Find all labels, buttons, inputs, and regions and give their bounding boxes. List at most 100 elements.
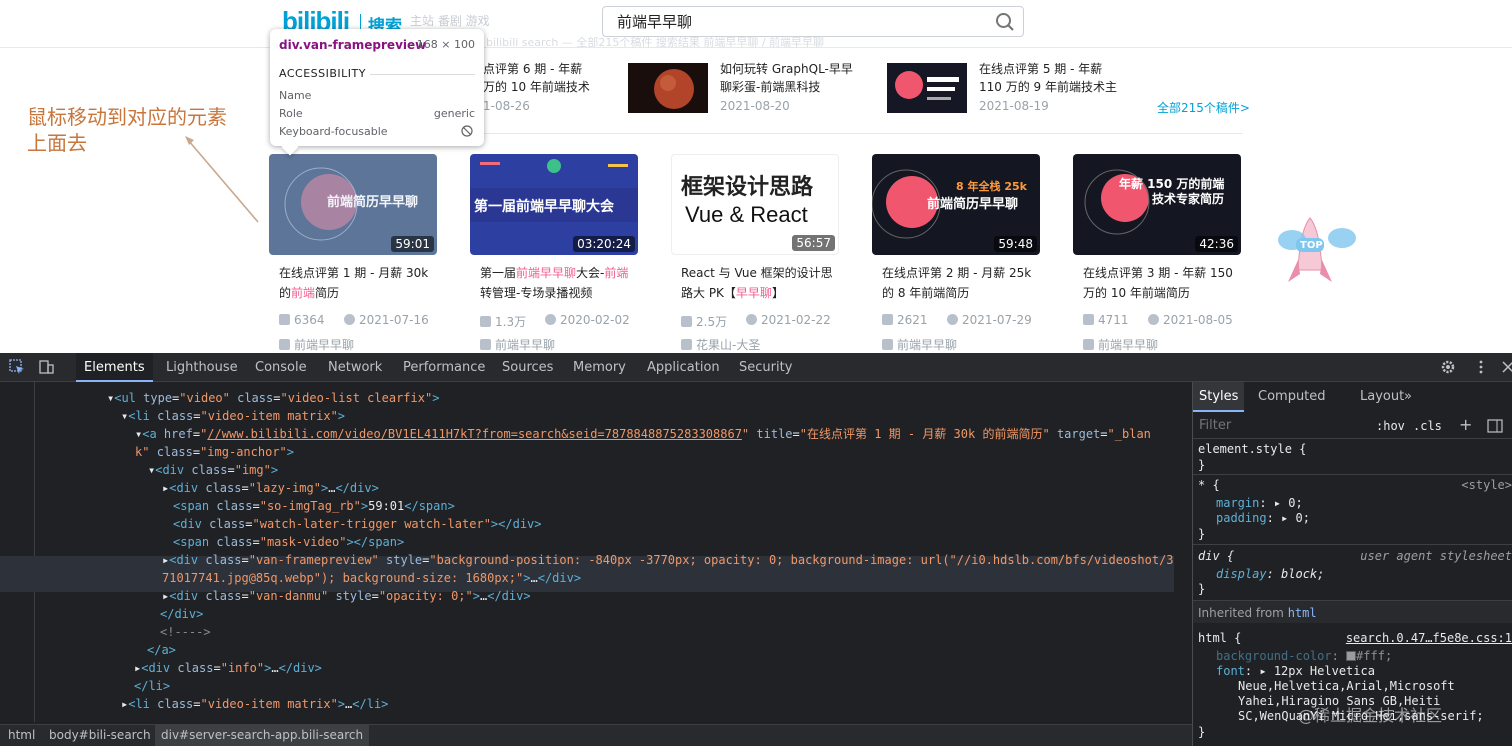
inherited-element[interactable]: html	[1288, 606, 1317, 620]
hov-toggle[interactable]: :hov	[1376, 419, 1405, 433]
devtools-panel: Elements Lighthouse Console Network Perf…	[0, 353, 1512, 746]
crumb-html[interactable]: html	[2, 725, 41, 746]
decl-padding[interactable]: padding: ▸ 0;	[1216, 511, 1310, 525]
video-title[interactable]: 在线点评第 1 期 - 月薪 30k 的前端简历	[279, 263, 431, 303]
dom-node-li-2[interactable]: ▸<li class="video-item matrix">…</li>	[121, 695, 388, 713]
uploader[interactable]: 前端早早聊	[1083, 336, 1158, 353]
dom-comment: <!---->	[160, 625, 211, 639]
uploader-icon	[480, 339, 491, 350]
dom-node-danmu[interactable]: ▸<div class="van-danmu" style="opacity: …	[162, 587, 531, 605]
upload-date: 2021-02-22	[746, 313, 831, 327]
dom-node-mask-video[interactable]: <span class="mask-video"></span>	[173, 533, 404, 551]
video-thumbnail[interactable]: 年薪 150 万的前端 技术专家简历 42:36	[1073, 154, 1241, 255]
close-icon[interactable]	[1500, 359, 1512, 375]
rule-source-css[interactable]: search.0.47…f5e8e.css:1	[1346, 631, 1512, 645]
row1-thumb-3[interactable]	[887, 63, 967, 113]
tab-memory[interactable]: Memory	[565, 353, 634, 382]
dom-node-a-cont: k" class="img-anchor">	[135, 445, 295, 459]
tab-security[interactable]: Security	[731, 353, 800, 382]
title-part: 】	[771, 286, 784, 300]
styles-filter[interactable]: :hov .cls +	[1193, 415, 1512, 439]
dom-node-li[interactable]: ▾<li class="video-item matrix">	[121, 407, 345, 425]
video-card-2[interactable]: 第一届前端早早聊大会 03:20:24 第一届前端早早聊大会-前端转管理-专场录…	[470, 154, 638, 353]
rule-source[interactable]: <style>	[1461, 478, 1512, 492]
search-type-nav[interactable]: 主站 番剧 游戏	[410, 12, 490, 29]
dom-tree[interactable]: ▾<ul type="video" class="video-list clea…	[0, 389, 1190, 723]
uploader-icon	[681, 339, 692, 350]
tab-console[interactable]: Console	[247, 353, 315, 382]
search-input[interactable]	[617, 12, 977, 30]
cls-toggle[interactable]: .cls	[1413, 419, 1442, 433]
more-tabs-icon[interactable]: »	[1398, 382, 1418, 412]
dom-node-div-img[interactable]: ▾<div class="img">	[148, 461, 278, 479]
uploader-name: 前端早早聊	[897, 338, 958, 352]
settings-gear-icon[interactable]	[1440, 359, 1456, 375]
view-count: 2621	[882, 313, 928, 327]
video-thumbnail[interactable]: 前端简历早早聊 59:01	[269, 154, 437, 255]
tab-elements[interactable]: Elements	[76, 353, 153, 382]
dom-node-framepreview[interactable]: ▸<div class="van-framepreview" style="ba…	[162, 551, 1174, 569]
crumb-server-search-app[interactable]: div#server-search-app.bili-search	[155, 725, 370, 746]
dom-node-span-tag[interactable]: <span class="so-imgTag_rb">59:01</span>	[173, 497, 455, 515]
more-options-icon[interactable]	[1473, 359, 1489, 375]
video-card-1[interactable]: 前端简历早早聊 59:01 在线点评第 1 期 - 月薪 30k 的前端简历 6…	[269, 154, 437, 353]
all-videos-link[interactable]: 全部215个稿件>	[1157, 99, 1250, 116]
tab-application[interactable]: Application	[639, 353, 728, 382]
clock-icon	[947, 314, 958, 325]
duration-badge: 59:48	[994, 236, 1037, 252]
back-to-top-rocket[interactable]: TOP	[1270, 210, 1370, 304]
decl-font[interactable]: font: ▸ 12px Helvetica	[1216, 664, 1375, 678]
video-card-5[interactable]: 年薪 150 万的前端 技术专家简历 42:36 在线点评第 3 期 - 年薪 …	[1073, 154, 1241, 353]
tab-sources[interactable]: Sources	[494, 353, 561, 382]
tab-performance[interactable]: Performance	[395, 353, 493, 382]
uploader[interactable]: 前端早早聊	[480, 336, 555, 353]
row1-title-3[interactable]: 在线点评第 5 期 - 年薪 110 万的 9 年前端技术主	[979, 60, 1129, 96]
row1-thumb-2[interactable]	[628, 63, 708, 113]
rule-div[interactable]: div {	[1198, 549, 1234, 563]
tab-network[interactable]: Network	[320, 353, 390, 382]
video-thumbnail[interactable]: 8 年全栈 25k 前端简历早早聊 59:48	[872, 154, 1040, 255]
uploader[interactable]: 花果山-大圣	[681, 336, 760, 353]
dom-node-ul[interactable]: ▾<ul type="video" class="video-list clea…	[107, 389, 439, 407]
video-thumbnail[interactable]: 第一届前端早早聊大会 03:20:24	[470, 154, 638, 255]
uploader[interactable]: 前端早早聊	[882, 336, 957, 353]
row1-title-1[interactable]: 点评第 6 期 - 年薪 万的 10 年前端技术	[483, 60, 603, 96]
rule-element-style[interactable]: element.style {	[1198, 442, 1306, 456]
view-count-text: 2.5万	[696, 315, 728, 329]
decl-margin[interactable]: margin: ▸ 0;	[1216, 496, 1303, 510]
dom-node-framepreview-cont: 71017741.jpg@85q.webp"); background-size…	[162, 571, 582, 585]
crumb-body[interactable]: body#bili-search	[43, 725, 157, 746]
dom-node-lazy-img[interactable]: ▸<div class="lazy-img">…</div>	[162, 479, 379, 497]
rule-html[interactable]: html {	[1198, 631, 1241, 645]
search-icon[interactable]	[995, 12, 1015, 32]
video-thumbnail[interactable]: 框架设计思路 Vue & React 56:57	[671, 154, 839, 255]
uploader[interactable]: 前端早早聊	[279, 336, 354, 353]
dom-close-div: </div>	[160, 607, 204, 621]
inherited-label: Inherited from html	[1198, 606, 1317, 620]
tab-lighthouse[interactable]: Lighthouse	[158, 353, 246, 382]
tab-styles[interactable]: Styles	[1193, 382, 1245, 412]
rule-source-ua: user agent stylesheet	[1360, 549, 1512, 563]
video-card-4[interactable]: 8 年全栈 25k 前端简历早早聊 59:48 在线点评第 2 期 - 月薪 2…	[872, 154, 1040, 353]
toggle-sidebar-icon[interactable]	[1487, 418, 1503, 434]
add-rule-icon[interactable]: +	[1459, 415, 1472, 434]
rule-star[interactable]: * {	[1198, 478, 1220, 492]
video-title[interactable]: 第一届前端早早聊大会-前端转管理-专场录播视频	[480, 263, 632, 303]
video-title[interactable]: 在线点评第 3 期 - 年薪 150 万的 10 年前端简历	[1083, 263, 1235, 303]
color-swatch-icon[interactable]	[1346, 651, 1357, 661]
filter-input[interactable]	[1199, 418, 1359, 433]
inspect-element-icon[interactable]	[9, 359, 25, 375]
title-part: 简历	[315, 286, 340, 300]
video-card-3[interactable]: 框架设计思路 Vue & React 56:57 React 与 Vue 框架的…	[671, 154, 839, 353]
search-box[interactable]	[602, 6, 1024, 37]
tab-computed[interactable]: Computed	[1252, 382, 1332, 412]
row1-title-2[interactable]: 如何玩转 GraphQL-早早 聊彩蛋-前端黑科技	[720, 60, 860, 96]
video-title[interactable]: React 与 Vue 框架的设计思路大 PK【早早聊】	[681, 263, 833, 303]
thumbnail-caption: 技术专家简历	[1152, 192, 1225, 206]
device-toolbar-icon[interactable]	[38, 359, 54, 375]
devtools-tabbar: Elements Lighthouse Console Network Perf…	[0, 353, 1512, 382]
dom-node-a[interactable]: ▾<a href="//www.bilibili.com/video/BV1EL…	[135, 425, 1151, 443]
video-title[interactable]: 在线点评第 2 期 - 月薪 25k 的 8 年前端简历	[882, 263, 1034, 303]
dom-node-watch-later[interactable]: <div class="watch-later-trigger watch-la…	[173, 515, 542, 533]
dom-node-info[interactable]: ▸<div class="info">…</div>	[134, 659, 322, 677]
